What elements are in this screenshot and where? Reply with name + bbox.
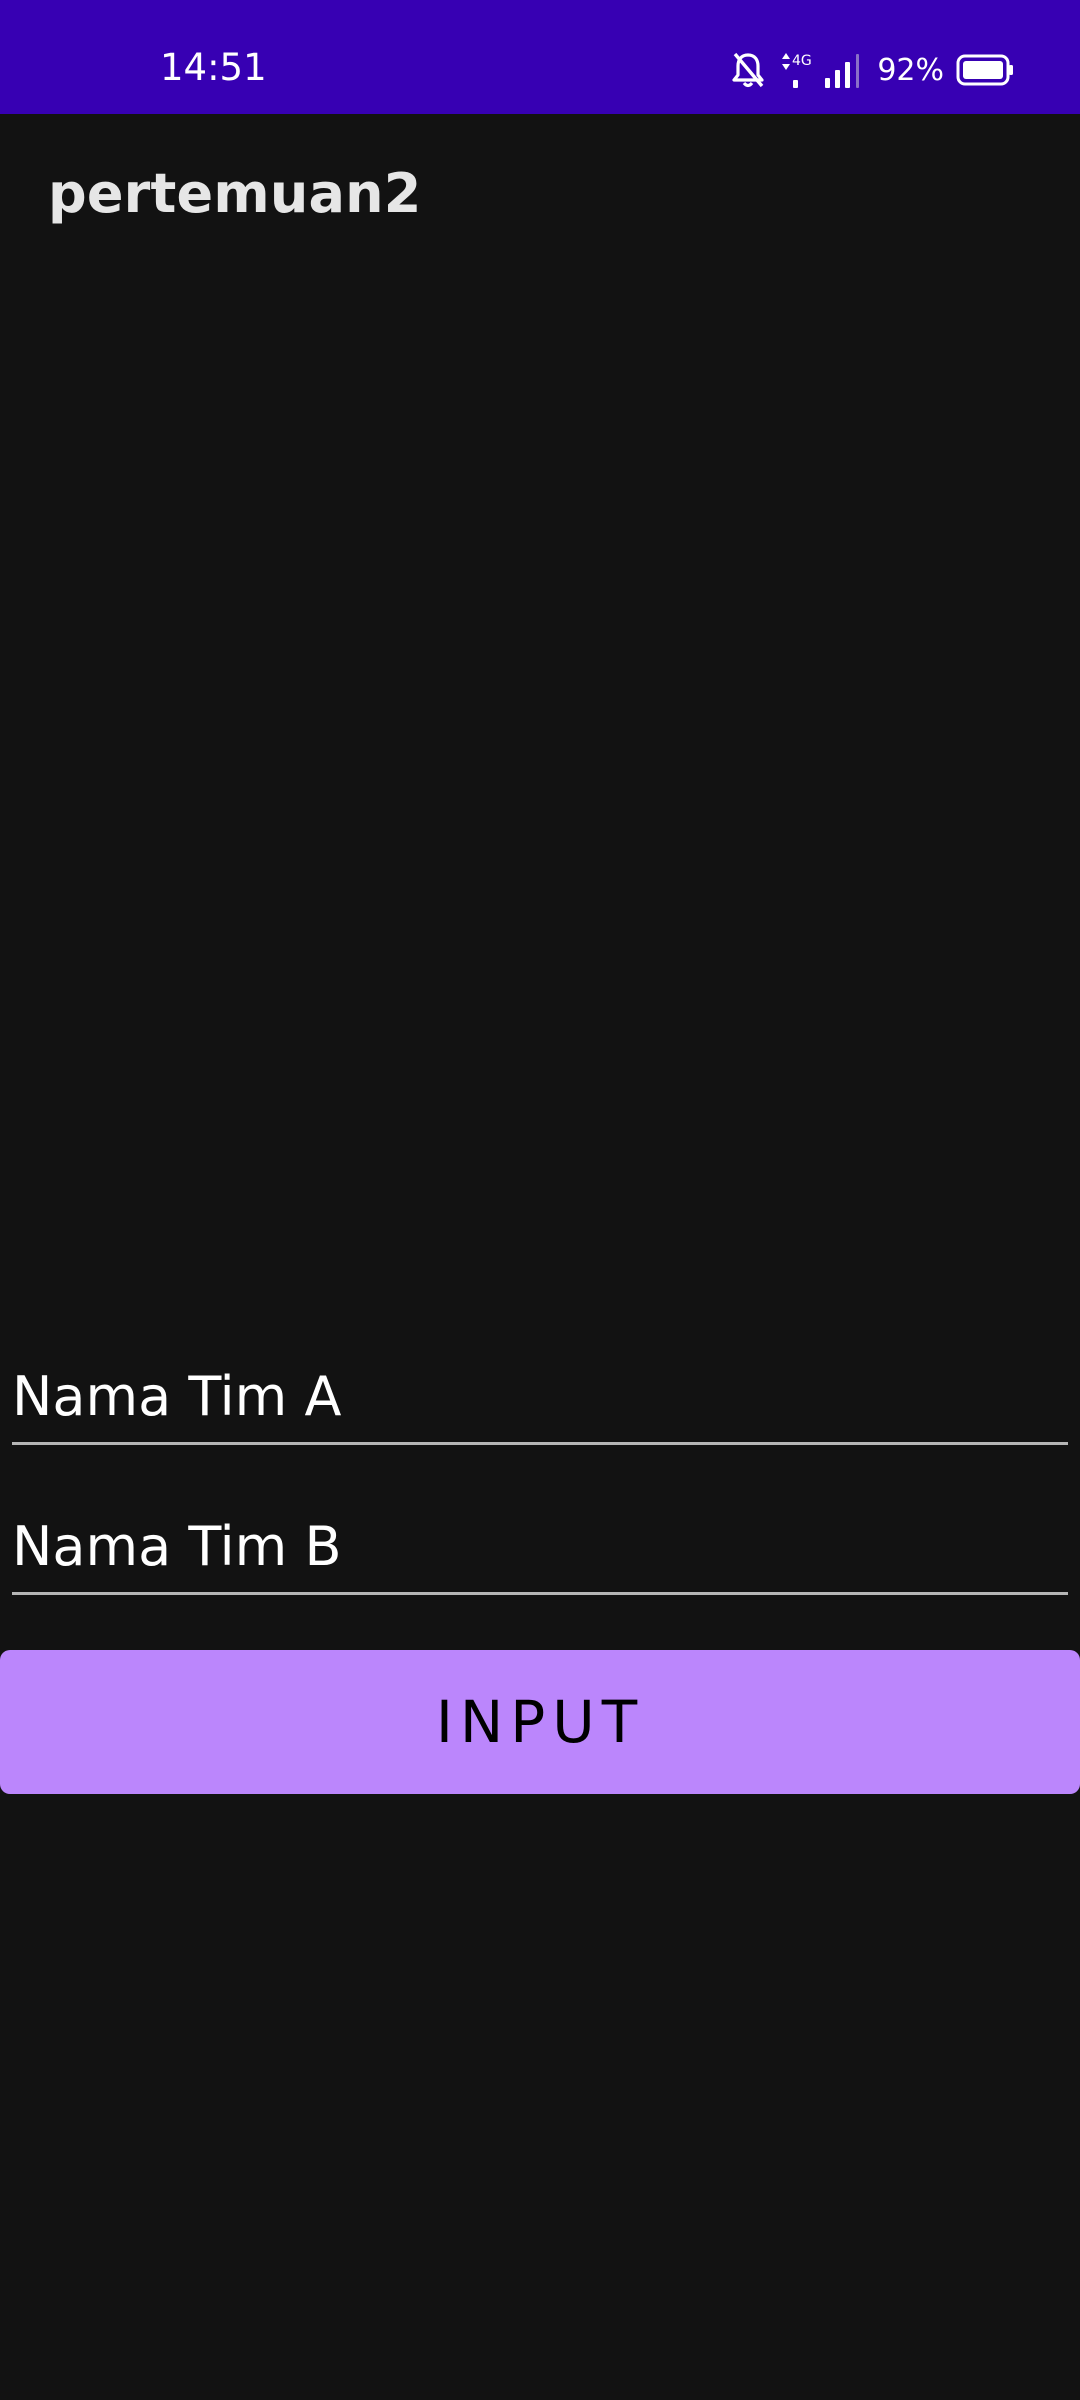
input-button[interactable]: INPUT [0, 1650, 1080, 1794]
bell-off-icon [731, 51, 765, 89]
signal-icon [823, 50, 863, 90]
status-bar: 14:51 4G 92% [0, 0, 1080, 114]
battery-icon [956, 54, 1014, 86]
team-b-input[interactable] [12, 1506, 1068, 1586]
team-a-input[interactable] [12, 1356, 1068, 1436]
team-a-field [12, 1346, 1068, 1445]
status-time: 14:51 [160, 46, 267, 89]
app-title: pertemuan2 [48, 162, 422, 225]
network-type-label: 4G [792, 53, 811, 69]
team-b-field [12, 1496, 1068, 1595]
battery-percent: 92% [877, 52, 944, 88]
status-icons: 4G 92% [731, 48, 1014, 92]
input-button-label: INPUT [435, 1688, 645, 1756]
mobile-data-icon: 4G [777, 50, 811, 90]
app-screen: 14:51 4G 92% pertemuan2 Nama Tim A Nama … [0, 0, 1080, 2400]
